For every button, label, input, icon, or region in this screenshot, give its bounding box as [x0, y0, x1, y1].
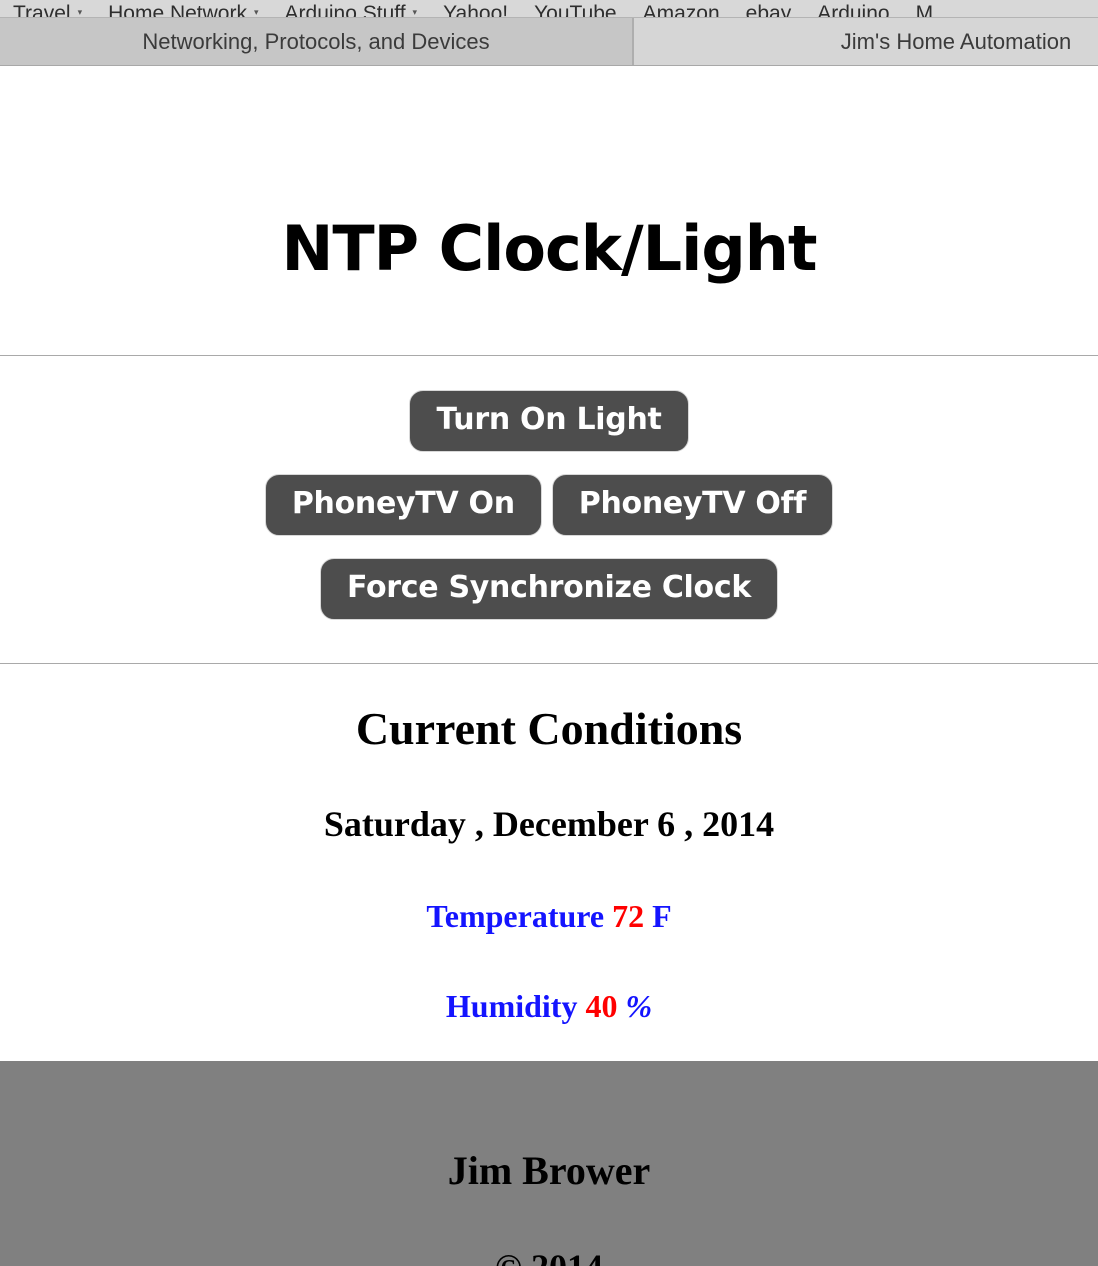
control-buttons-section: Turn On Light PhoneyTV On PhoneyTV Off F… — [0, 356, 1098, 621]
bookmark-label: Yahoo! — [443, 2, 509, 18]
tab-title: Jim's Home Automation — [840, 28, 1072, 54]
bookmark-label: Arduino Stuff — [284, 2, 406, 18]
temperature-unit: F — [652, 898, 672, 935]
footer-copyright: © 2014 — [0, 1193, 1098, 1266]
bookmark-yahoo[interactable]: Yahoo! — [430, 2, 521, 18]
chevron-down-icon[interactable]: ▾ — [413, 8, 418, 17]
bookmark-label: M — [915, 2, 934, 18]
bookmark-travel[interactable]: Travel ▾ — [0, 2, 95, 18]
bookmark-youtube[interactable]: YouTube — [521, 2, 630, 18]
humidity-reading: Humidity 40 % — [0, 934, 1098, 1024]
chevron-down-icon[interactable]: ▾ — [78, 8, 83, 17]
chevron-down-icon[interactable]: ▾ — [254, 8, 259, 17]
page-footer: Jim Brower © 2014 — [0, 1060, 1098, 1266]
force-sync-clock-button[interactable]: Force Synchronize Clock — [320, 558, 778, 621]
bookmark-label: ebay — [745, 2, 792, 18]
bookmark-label: Home Network — [108, 2, 247, 18]
button-row-3: Force Synchronize Clock — [0, 558, 1098, 621]
tab-networking-protocols-devices[interactable]: Networking, Protocols, and Devices — [0, 18, 634, 65]
browser-chrome: Travel ▾ Home Network ▾ Arduino Stuff ▾ … — [0, 0, 1098, 66]
bookmark-home-network[interactable]: Home Network ▾ — [95, 2, 271, 18]
humidity-label: Humidity — [445, 988, 578, 1025]
conditions-heading: Current Conditions — [355, 703, 743, 755]
bookmark-amazon[interactable]: Amazon — [630, 2, 733, 18]
bookmark-label: Arduino — [817, 2, 890, 18]
tab-strip: Networking, Protocols, and Devices Jim's… — [0, 18, 1098, 66]
conditions-date: Saturday , December 6 , 2014 — [323, 803, 775, 844]
button-row-1: Turn On Light — [0, 390, 1098, 453]
humidity-value: 40 — [585, 988, 618, 1025]
phoneytv-on-button[interactable]: PhoneyTV On — [264, 474, 542, 537]
tab-title: Networking, Protocols, and Devices — [142, 28, 490, 54]
bookmark-label: Travel — [13, 2, 71, 18]
bookmark-arduino[interactable]: Arduino — [804, 2, 902, 18]
bookmark-arduino-stuff[interactable]: Arduino Stuff ▾ — [272, 2, 431, 18]
humidity-unit: % — [625, 988, 653, 1025]
page-title: NTP Clock/Light — [281, 212, 817, 285]
turn-on-light-button[interactable]: Turn On Light — [409, 390, 689, 453]
temperature-value: 72 — [612, 898, 645, 935]
bookmarks-bar: Travel ▾ Home Network ▾ Arduino Stuff ▾ … — [0, 0, 1098, 18]
bookmark-m[interactable]: M — [903, 2, 947, 18]
temperature-reading: Temperature 72 F — [0, 844, 1098, 934]
phoneytv-off-button[interactable]: PhoneyTV Off — [551, 474, 834, 537]
footer-author-name: Jim Brower — [447, 1147, 651, 1193]
bookmark-ebay[interactable]: ebay — [733, 2, 805, 18]
current-conditions-section: Current Conditions Saturday , December 6… — [0, 664, 1098, 1025]
button-row-2: PhoneyTV On PhoneyTV Off — [0, 474, 1098, 537]
bookmark-label: Amazon — [642, 2, 720, 18]
page-content: NTP Clock/Light Turn On Light PhoneyTV O… — [0, 66, 1098, 1266]
temperature-label: Temperature — [426, 898, 605, 935]
bookmark-label: YouTube — [534, 2, 617, 18]
tab-jims-home-automation[interactable]: Jim's Home Automation — [634, 18, 1098, 65]
